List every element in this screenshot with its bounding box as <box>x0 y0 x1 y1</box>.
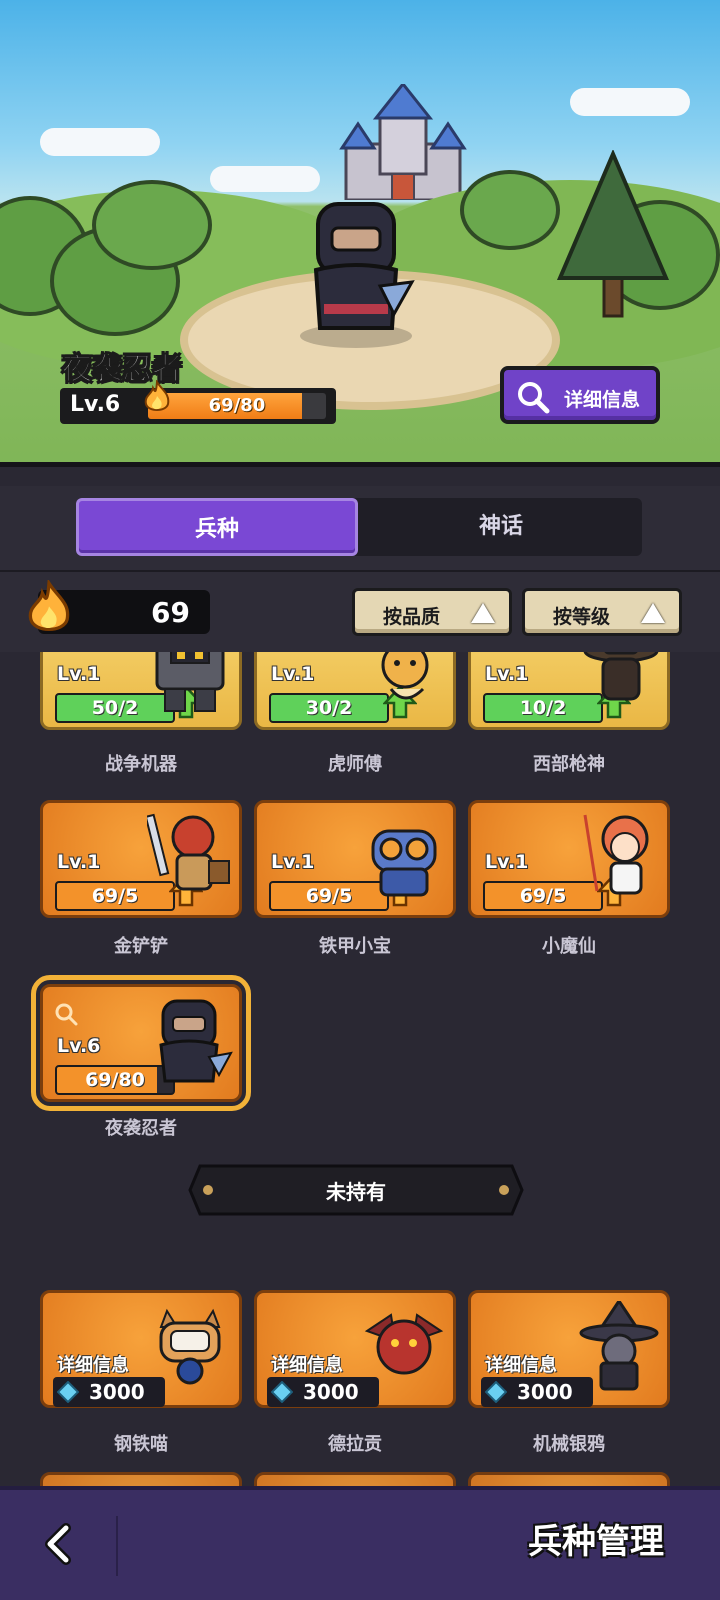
scene-edge <box>0 462 720 480</box>
unit-info-label[interactable]: 详细信息 <box>57 1351 129 1377</box>
unit-card-gold-shovel[interactable]: Lv.1 69/5 <box>40 800 242 918</box>
page-title: 兵种管理 <box>528 1522 664 1562</box>
unit-card-night-ninja[interactable]: Lv.6 69/80 <box>31 975 251 1111</box>
tree <box>92 180 212 270</box>
mech-crow-avatar <box>579 1301 659 1391</box>
iron-baby-avatar <box>371 829 437 897</box>
sort-by-quality-button[interactable]: 按品质 <box>352 588 512 636</box>
pine-tree <box>556 150 670 318</box>
tab-myth[interactable]: 神话 <box>360 498 642 556</box>
bottom-bar: 兵种管理 <box>0 1486 720 1600</box>
ninja-avatar <box>159 999 233 1083</box>
flame-icon <box>28 580 70 632</box>
gem-icon <box>485 1381 507 1403</box>
resource-sort-bar: 69 按品质 按等级 <box>0 572 720 652</box>
unit-name: 西部枪神 <box>533 754 605 775</box>
unit-list[interactable]: Lv.1 50/2 战争机器 Lv.1 30/2 虎师傅 Lv.1 10/2 西… <box>12 652 708 1486</box>
unit-card-partial[interactable] <box>40 1472 242 1486</box>
unit-level: Lv.1 <box>57 851 101 873</box>
unit-price-value: 3000 <box>517 1380 573 1404</box>
castle-illustration <box>339 84 467 200</box>
sort-by-level-button[interactable]: 按等级 <box>522 588 682 636</box>
sort-by-level-label: 按等级 <box>553 606 611 628</box>
unit-info-label[interactable]: 详细信息 <box>485 1351 557 1377</box>
search-icon <box>55 1003 78 1026</box>
unit-card-western-gunslinger[interactable]: Lv.1 10/2 <box>468 652 670 730</box>
cloud <box>40 128 160 156</box>
unit-card-tiger-master[interactable]: Lv.1 30/2 <box>254 652 456 730</box>
hero-level-bar: Lv.6 69/80 <box>60 380 336 424</box>
unit-card-mech-crow[interactable]: 详细信息 3000 <box>468 1290 670 1408</box>
dragon-avatar <box>364 1313 444 1375</box>
gunslinger-avatar <box>583 652 659 701</box>
unit-card-iron-baby[interactable]: Lv.1 69/5 <box>254 800 456 918</box>
unit-info-label[interactable]: 详细信息 <box>271 1351 343 1377</box>
unit-card-steel-cat[interactable]: 详细信息 3000 <box>40 1290 242 1408</box>
unit-level: Lv.1 <box>485 851 529 873</box>
hero-exp-text: 69/80 <box>208 395 266 416</box>
unit-level: Lv.1 <box>271 663 315 685</box>
unit-level: Lv.1 <box>485 663 529 685</box>
resource-value: 69 <box>151 596 190 629</box>
unit-price-value: 3000 <box>89 1380 145 1404</box>
tab-bar: 兵种 神话 <box>76 498 642 556</box>
unit-card-partial[interactable] <box>468 1472 670 1486</box>
steel-cat-avatar <box>159 1308 221 1385</box>
gem-icon <box>57 1381 79 1403</box>
hero-scene: 夜袭忍者 Lv.6 69/80 详细信息 <box>0 0 720 480</box>
unit-name: 夜袭忍者 <box>105 1118 177 1139</box>
search-icon <box>518 382 550 414</box>
tiger-master-avatar <box>381 652 429 700</box>
unit-card-little-fairy[interactable]: Lv.1 69/5 <box>468 800 670 918</box>
sort-by-quality-label: 按品质 <box>383 606 441 628</box>
flame-icon <box>144 380 170 411</box>
bottom-bar-divider <box>116 1516 118 1576</box>
unit-card-partial[interactable] <box>254 1472 456 1486</box>
unit-name: 小魔仙 <box>542 936 596 957</box>
unit-name: 虎师傅 <box>328 754 382 775</box>
unit-name: 德拉贡 <box>328 1434 382 1455</box>
back-arrow-icon[interactable] <box>36 1520 84 1568</box>
triangle-up-icon <box>641 603 665 623</box>
not-owned-divider <box>188 1164 524 1216</box>
unit-name: 铁甲小宝 <box>319 936 391 957</box>
cloud <box>570 88 690 116</box>
unit-card-dragon[interactable]: 详细信息 3000 <box>254 1290 456 1408</box>
unit-level: Lv.6 <box>57 1035 101 1057</box>
hero-detail-button[interactable]: 详细信息 <box>500 366 660 424</box>
hero-detail-label: 详细信息 <box>564 389 641 411</box>
unit-card-war-machine[interactable]: Lv.1 50/2 <box>40 652 242 730</box>
unit-level: Lv.1 <box>271 851 315 873</box>
tab-section: 兵种 神话 <box>0 486 720 572</box>
little-fairy-avatar <box>583 814 649 895</box>
unit-name: 金铲铲 <box>114 936 168 957</box>
unit-price-value: 3000 <box>303 1380 359 1404</box>
unit-level: Lv.1 <box>57 663 101 685</box>
tree <box>460 170 560 250</box>
war-machine-avatar <box>155 652 225 712</box>
triangle-up-icon <box>471 603 495 623</box>
unit-name: 机械银鸦 <box>533 1434 605 1455</box>
gem-icon <box>271 1381 293 1403</box>
ninja-character <box>300 202 415 348</box>
cloud <box>210 166 320 192</box>
hero-level-label: Lv.6 <box>70 392 121 417</box>
hero-exp-bar: 69/80 <box>148 393 326 419</box>
unit-name: 战争机器 <box>105 754 177 775</box>
gold-shovel-avatar <box>147 813 230 891</box>
unit-name: 钢铁喵 <box>114 1434 168 1455</box>
tab-units[interactable]: 兵种 <box>76 498 358 556</box>
